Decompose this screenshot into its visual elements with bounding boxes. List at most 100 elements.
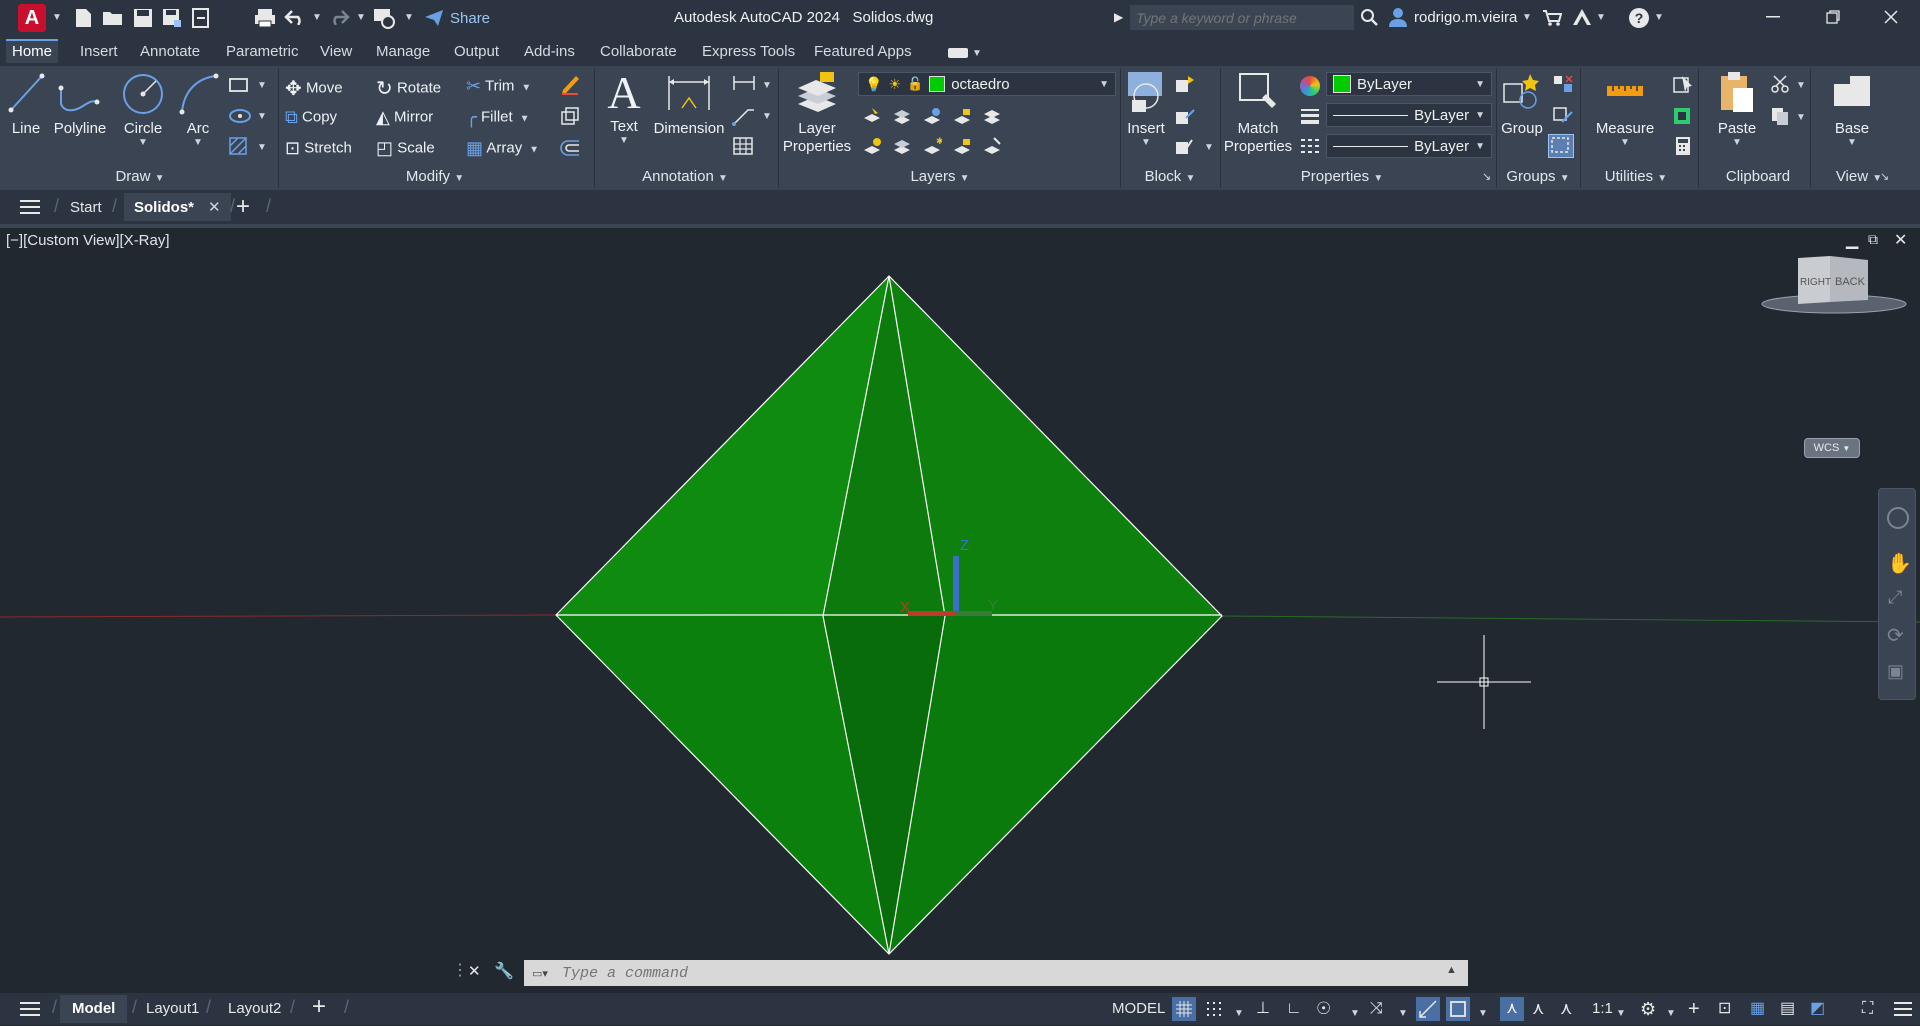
file-tab-start[interactable]: Start xyxy=(70,199,102,216)
mirror-button[interactable]: ◭ Mirror xyxy=(376,107,433,128)
object-snap-toggle[interactable] xyxy=(1446,997,1470,1021)
measure-button[interactable]: Measure ▼ xyxy=(1590,70,1660,148)
group-edit-icon[interactable] xyxy=(1552,106,1574,126)
model-tab[interactable]: Model xyxy=(60,995,128,1023)
block-panel-title[interactable]: Block ▼ xyxy=(1130,168,1210,188)
annotation-visibility-toggle[interactable]: ⋏ xyxy=(1500,997,1524,1021)
object-snap-tracking-toggle[interactable] xyxy=(1416,997,1440,1021)
command-customize-icon[interactable]: 🔧 xyxy=(494,961,514,981)
plot-icon[interactable] xyxy=(254,8,276,28)
restore-icon[interactable] xyxy=(1826,10,1840,24)
color-dropdown-arrow-icon[interactable]: ▼ xyxy=(1475,79,1485,90)
copy-button[interactable]: ⧉ Copy xyxy=(285,107,337,128)
annotation-scale-icon[interactable]: ⋏ xyxy=(1560,998,1572,1020)
arc-dropdown-icon[interactable]: ▼ xyxy=(176,137,220,148)
tab-collaborate[interactable]: Collaborate xyxy=(594,41,683,63)
redo-dropdown-icon[interactable]: ▼ xyxy=(356,12,366,23)
search-input[interactable] xyxy=(1130,5,1354,30)
tab-annotate[interactable]: Annotate xyxy=(134,41,206,63)
layer-off-icon[interactable] xyxy=(862,136,882,156)
polar-tracking-icon[interactable]: ☉ xyxy=(1316,998,1331,1020)
create-block-icon[interactable] xyxy=(1174,74,1196,94)
tab-add-ins[interactable]: Add-ins xyxy=(518,41,581,63)
layer-properties-button[interactable]: Layer Properties xyxy=(782,70,852,156)
cart-icon[interactable] xyxy=(1542,9,1562,27)
layer-thaw-icon[interactable]: ☀ xyxy=(888,76,901,93)
annotation-panel-title[interactable]: Annotation ▼ xyxy=(630,168,740,188)
select-all-icon[interactable] xyxy=(1672,106,1694,126)
workspace-switch-icon[interactable]: ⚙ xyxy=(1640,998,1656,1020)
trim-dropdown-icon[interactable]: ▼ xyxy=(519,82,531,93)
base-view-button[interactable]: Base ▼ xyxy=(1822,70,1882,148)
units-icon[interactable]: ⊡ xyxy=(1718,998,1731,1020)
redo-icon[interactable] xyxy=(328,9,350,25)
groups-panel-expand-icon[interactable]: ▼ xyxy=(1560,173,1570,184)
layers-panel-title[interactable]: Layers ▼ xyxy=(900,168,980,188)
viewcube-right-label[interactable]: RIGHT xyxy=(1800,277,1831,288)
orbit-icon[interactable]: ⟳ xyxy=(1887,623,1904,648)
tab-manage[interactable]: Manage xyxy=(370,41,436,63)
full-screen-icon[interactable]: ⛶ xyxy=(1862,998,1873,1020)
command-line-close-icon[interactable]: ✕ xyxy=(468,962,481,980)
calculator-icon[interactable] xyxy=(1674,136,1692,156)
annotation-monitor-icon[interactable]: + xyxy=(1688,998,1700,1020)
layer-match-icon[interactable] xyxy=(862,106,882,126)
paste-dropdown-icon[interactable]: ▼ xyxy=(1712,137,1762,148)
linetype-dropdown-arrow-icon[interactable]: ▼ xyxy=(1475,141,1485,152)
command-expand-icon[interactable]: ▲ xyxy=(1446,964,1457,976)
copy-clip-icon[interactable] xyxy=(1770,106,1792,126)
linetype-dropdown[interactable]: ByLayer ▼ xyxy=(1326,134,1492,158)
model-canvas[interactable]: Z X Y RIGHT BACK xyxy=(0,228,1920,990)
hatch-dropdown-icon[interactable]: ▼ xyxy=(257,142,267,153)
help-icon[interactable]: ? xyxy=(1628,7,1650,29)
model-space-toggle[interactable]: MODEL xyxy=(1112,998,1165,1020)
lineweight-dropdown[interactable]: ByLayer ▼ xyxy=(1326,103,1492,127)
new-layout-icon[interactable]: + xyxy=(312,993,326,1021)
cut-dropdown-icon[interactable]: ▼ xyxy=(1796,80,1806,91)
hamburger-menu-icon[interactable] xyxy=(20,199,40,215)
draw-panel-title[interactable]: Draw ▼ xyxy=(100,168,180,188)
open-file-icon[interactable] xyxy=(102,9,124,27)
block-panel-expand-icon[interactable]: ▼ xyxy=(1185,173,1195,184)
grid-toggle[interactable] xyxy=(1172,997,1196,1021)
ellipse-icon[interactable] xyxy=(228,107,252,125)
modify-panel-title[interactable]: Modify ▼ xyxy=(390,168,480,188)
insert-dropdown-icon[interactable]: ▼ xyxy=(1124,137,1168,148)
user-icon[interactable] xyxy=(1388,7,1408,27)
save-as-icon[interactable] xyxy=(162,8,182,28)
layer-walk-icon[interactable] xyxy=(982,106,1002,126)
color-dropdown[interactable]: ByLayer ▼ xyxy=(1326,72,1492,96)
zoom-extents-icon[interactable]: ⤢ xyxy=(1888,587,1902,608)
infer-constraints-icon[interactable]: ⊥ xyxy=(1256,998,1270,1020)
layer-freeze-icon[interactable] xyxy=(892,136,912,156)
layout1-tab[interactable]: Layout1 xyxy=(146,998,199,1020)
polyline-button[interactable]: Polyline xyxy=(52,70,108,137)
tab-express-tools[interactable]: Express Tools xyxy=(696,41,801,63)
layer-merge-icon[interactable] xyxy=(982,136,1002,156)
share-button[interactable]: Share xyxy=(424,8,490,28)
search-expand-icon[interactable]: ▶ xyxy=(1114,10,1123,24)
search-icon[interactable] xyxy=(1360,8,1378,26)
circle-button[interactable]: Circle ▼ xyxy=(118,70,168,148)
showmotion-icon[interactable]: ▣ xyxy=(1887,661,1904,682)
polar-dropdown-icon[interactable]: ▼ xyxy=(1350,1003,1360,1025)
stretch-button[interactable]: ⊡ Stretch xyxy=(285,138,352,159)
scale-button[interactable]: ◰ Scale xyxy=(376,138,435,159)
offset-icon[interactable] xyxy=(559,138,581,158)
layer-unisolate-icon[interactable]: ✱ xyxy=(922,136,942,156)
ribbon-options-dropdown-icon[interactable]: ▼ xyxy=(972,48,982,59)
edit-block-icon[interactable] xyxy=(1174,106,1196,126)
table-icon[interactable] xyxy=(732,136,754,156)
snap-icon[interactable] xyxy=(1204,1000,1222,1018)
lineweight-icon[interactable] xyxy=(1300,106,1320,126)
viewcube-back-label[interactable]: BACK xyxy=(1835,276,1866,288)
color-wheel-icon[interactable] xyxy=(1300,76,1320,96)
fillet-button[interactable]: ╭ Fillet ▼ xyxy=(466,107,530,128)
arc-button[interactable]: Arc ▼ xyxy=(176,70,220,148)
file-tab-solidos[interactable]: Solidos* ✕ xyxy=(124,193,231,221)
snap-dropdown-icon[interactable]: ▼ xyxy=(1234,1003,1244,1025)
trim-button[interactable]: ✂ Trim ▼ xyxy=(466,76,531,97)
viewcube[interactable]: RIGHT BACK xyxy=(1761,256,1907,314)
paste-button[interactable]: Paste ▼ xyxy=(1712,70,1762,148)
workspace-dropdown-icon[interactable]: ▼ xyxy=(404,12,414,23)
